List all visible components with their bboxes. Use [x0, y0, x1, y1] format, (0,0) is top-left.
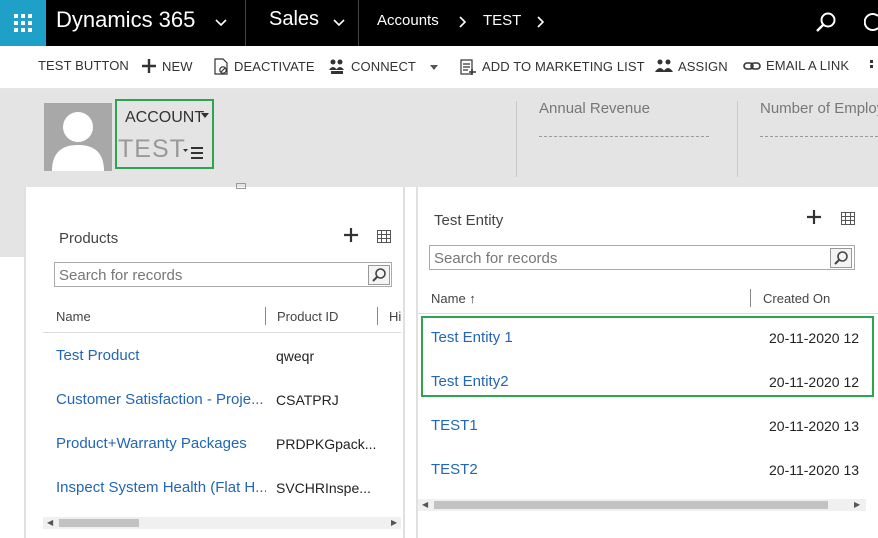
test-entity-title: Test Entity — [434, 212, 504, 229]
connect-label: CONNECT — [351, 58, 416, 74]
search-placeholder: Search for records — [59, 267, 183, 284]
number-of-employees-value[interactable] — [760, 136, 878, 137]
product-row-id: PRDPKGpack... — [276, 436, 377, 452]
scrollbar-thumb[interactable] — [434, 501, 828, 509]
record-name: TEST — [118, 135, 186, 163]
assign-icon — [655, 59, 673, 72]
panel-divider — [24, 187, 26, 538]
products-subgrid: Products Search for records Name Product… — [43, 215, 401, 535]
products-title: Products — [59, 230, 119, 247]
product-row-name[interactable]: Product+Warranty Packages — [56, 435, 247, 452]
test-button[interactable]: TEST BUTTON — [38, 58, 129, 73]
record-title-highlight: ACCOUNT TEST — [115, 99, 214, 169]
test-button-label: TEST BUTTON — [38, 58, 129, 73]
new-button[interactable]: NEW — [141, 58, 193, 74]
email-a-link-label: EMAIL A LINK — [766, 58, 850, 73]
link-icon — [743, 61, 761, 70]
products-search-input[interactable]: Search for records — [54, 262, 392, 287]
product-row-name[interactable]: Inspect System Health (Flat H... — [56, 479, 266, 496]
selected-rows-highlight — [421, 316, 874, 397]
assign-label: ASSIGN — [678, 58, 728, 74]
test-entity-row-name[interactable]: TEST1 — [431, 417, 478, 434]
product-row-name[interactable]: Test Product — [56, 347, 139, 364]
more-commands-icon[interactable] — [870, 60, 873, 74]
new-label: NEW — [162, 58, 193, 74]
search-icon[interactable] — [814, 10, 838, 34]
horizontal-scrollbar[interactable]: ◀ ▶ — [418, 499, 866, 511]
breadcrumb-accounts[interactable]: Accounts — [377, 12, 439, 29]
app-launcher-icon[interactable] — [0, 0, 46, 46]
annual-revenue-label: Annual Revenue — [539, 100, 650, 117]
form-selector-icon[interactable] — [183, 145, 205, 161]
chevron-right-icon — [459, 16, 467, 28]
top-navigation-bar: Dynamics 365 Sales Accounts TEST — [0, 0, 878, 46]
deactivate-label: DEACTIVATE — [234, 59, 315, 74]
add-to-marketing-list-label: ADD TO MARKETING LIST — [482, 59, 645, 74]
person-placeholder-icon — [52, 112, 104, 171]
left-gutter — [0, 187, 24, 257]
add-product-icon[interactable] — [344, 228, 358, 242]
plus-icon — [142, 59, 156, 73]
horizontal-scrollbar[interactable]: ◀ ▶ — [43, 517, 401, 529]
product-row-name[interactable]: Customer Satisfaction - Proje... — [56, 391, 266, 408]
grid-view-icon[interactable] — [377, 230, 391, 243]
calendar-icon — [236, 183, 246, 189]
email-a-link-button[interactable]: EMAIL A LINK — [743, 58, 849, 73]
column-header-name[interactable]: Name — [56, 309, 91, 324]
caret-down-icon[interactable] — [201, 113, 209, 118]
search-placeholder: Search for records — [434, 250, 558, 267]
column-header-name-sorted[interactable]: Name ↑ — [431, 291, 476, 306]
search-icon — [834, 251, 848, 265]
chevron-down-icon[interactable] — [215, 16, 227, 28]
area-name[interactable]: Sales — [269, 8, 319, 31]
product-row-id: CSATPRJ — [276, 392, 339, 408]
product-row-id: qweqr — [276, 348, 315, 364]
column-header-product-id[interactable]: Product ID — [277, 309, 338, 324]
add-test-entity-icon[interactable] — [807, 210, 821, 224]
caret-down-icon[interactable] — [430, 65, 438, 71]
refresh-icon[interactable] — [864, 10, 878, 34]
annual-revenue-value[interactable] — [539, 136, 709, 137]
connect-button[interactable]: CONNECT — [328, 58, 416, 74]
assign-button[interactable]: ASSIGN — [655, 58, 728, 74]
search-icon — [372, 268, 386, 282]
test-entity-row-created: 20-11-2020 13 — [769, 462, 860, 478]
panel-divider — [403, 187, 405, 538]
deactivate-button[interactable]: DEACTIVATE — [213, 58, 315, 75]
number-of-employees-label: Number of Employ — [760, 100, 878, 117]
test-entity-row-created: 20-11-2020 13 — [769, 418, 860, 434]
record-header: ACCOUNT TEST Annual Revenue Number of Em… — [0, 89, 878, 187]
connect-icon — [329, 59, 344, 74]
command-bar: TEST BUTTON NEW DEACTIVATE CONNECT ADD T… — [0, 46, 878, 89]
search-button[interactable] — [830, 248, 852, 268]
test-entity-search-input[interactable]: Search for records — [429, 245, 855, 270]
product-row-id: SVCHRInspe... — [276, 480, 371, 496]
chevron-down-icon[interactable] — [333, 16, 345, 28]
grid-view-icon[interactable] — [841, 212, 855, 225]
scrollbar-thumb[interactable] — [59, 519, 139, 527]
chevron-right-icon[interactable] — [535, 16, 545, 28]
breadcrumb-record[interactable]: TEST — [483, 12, 521, 29]
column-header-created-on[interactable]: Created On — [763, 291, 830, 306]
avatar[interactable] — [44, 103, 112, 171]
deactivate-icon — [214, 58, 228, 75]
entity-type-selector[interactable]: ACCOUNT — [125, 109, 204, 127]
marketing-list-icon — [460, 59, 476, 75]
app-name[interactable]: Dynamics 365 — [56, 7, 195, 33]
search-button[interactable] — [368, 265, 390, 285]
test-entity-row-name[interactable]: TEST2 — [431, 461, 478, 478]
add-to-marketing-list-button[interactable]: ADD TO MARKETING LIST — [460, 58, 645, 75]
column-header-hi[interactable]: Hi — [389, 309, 401, 324]
